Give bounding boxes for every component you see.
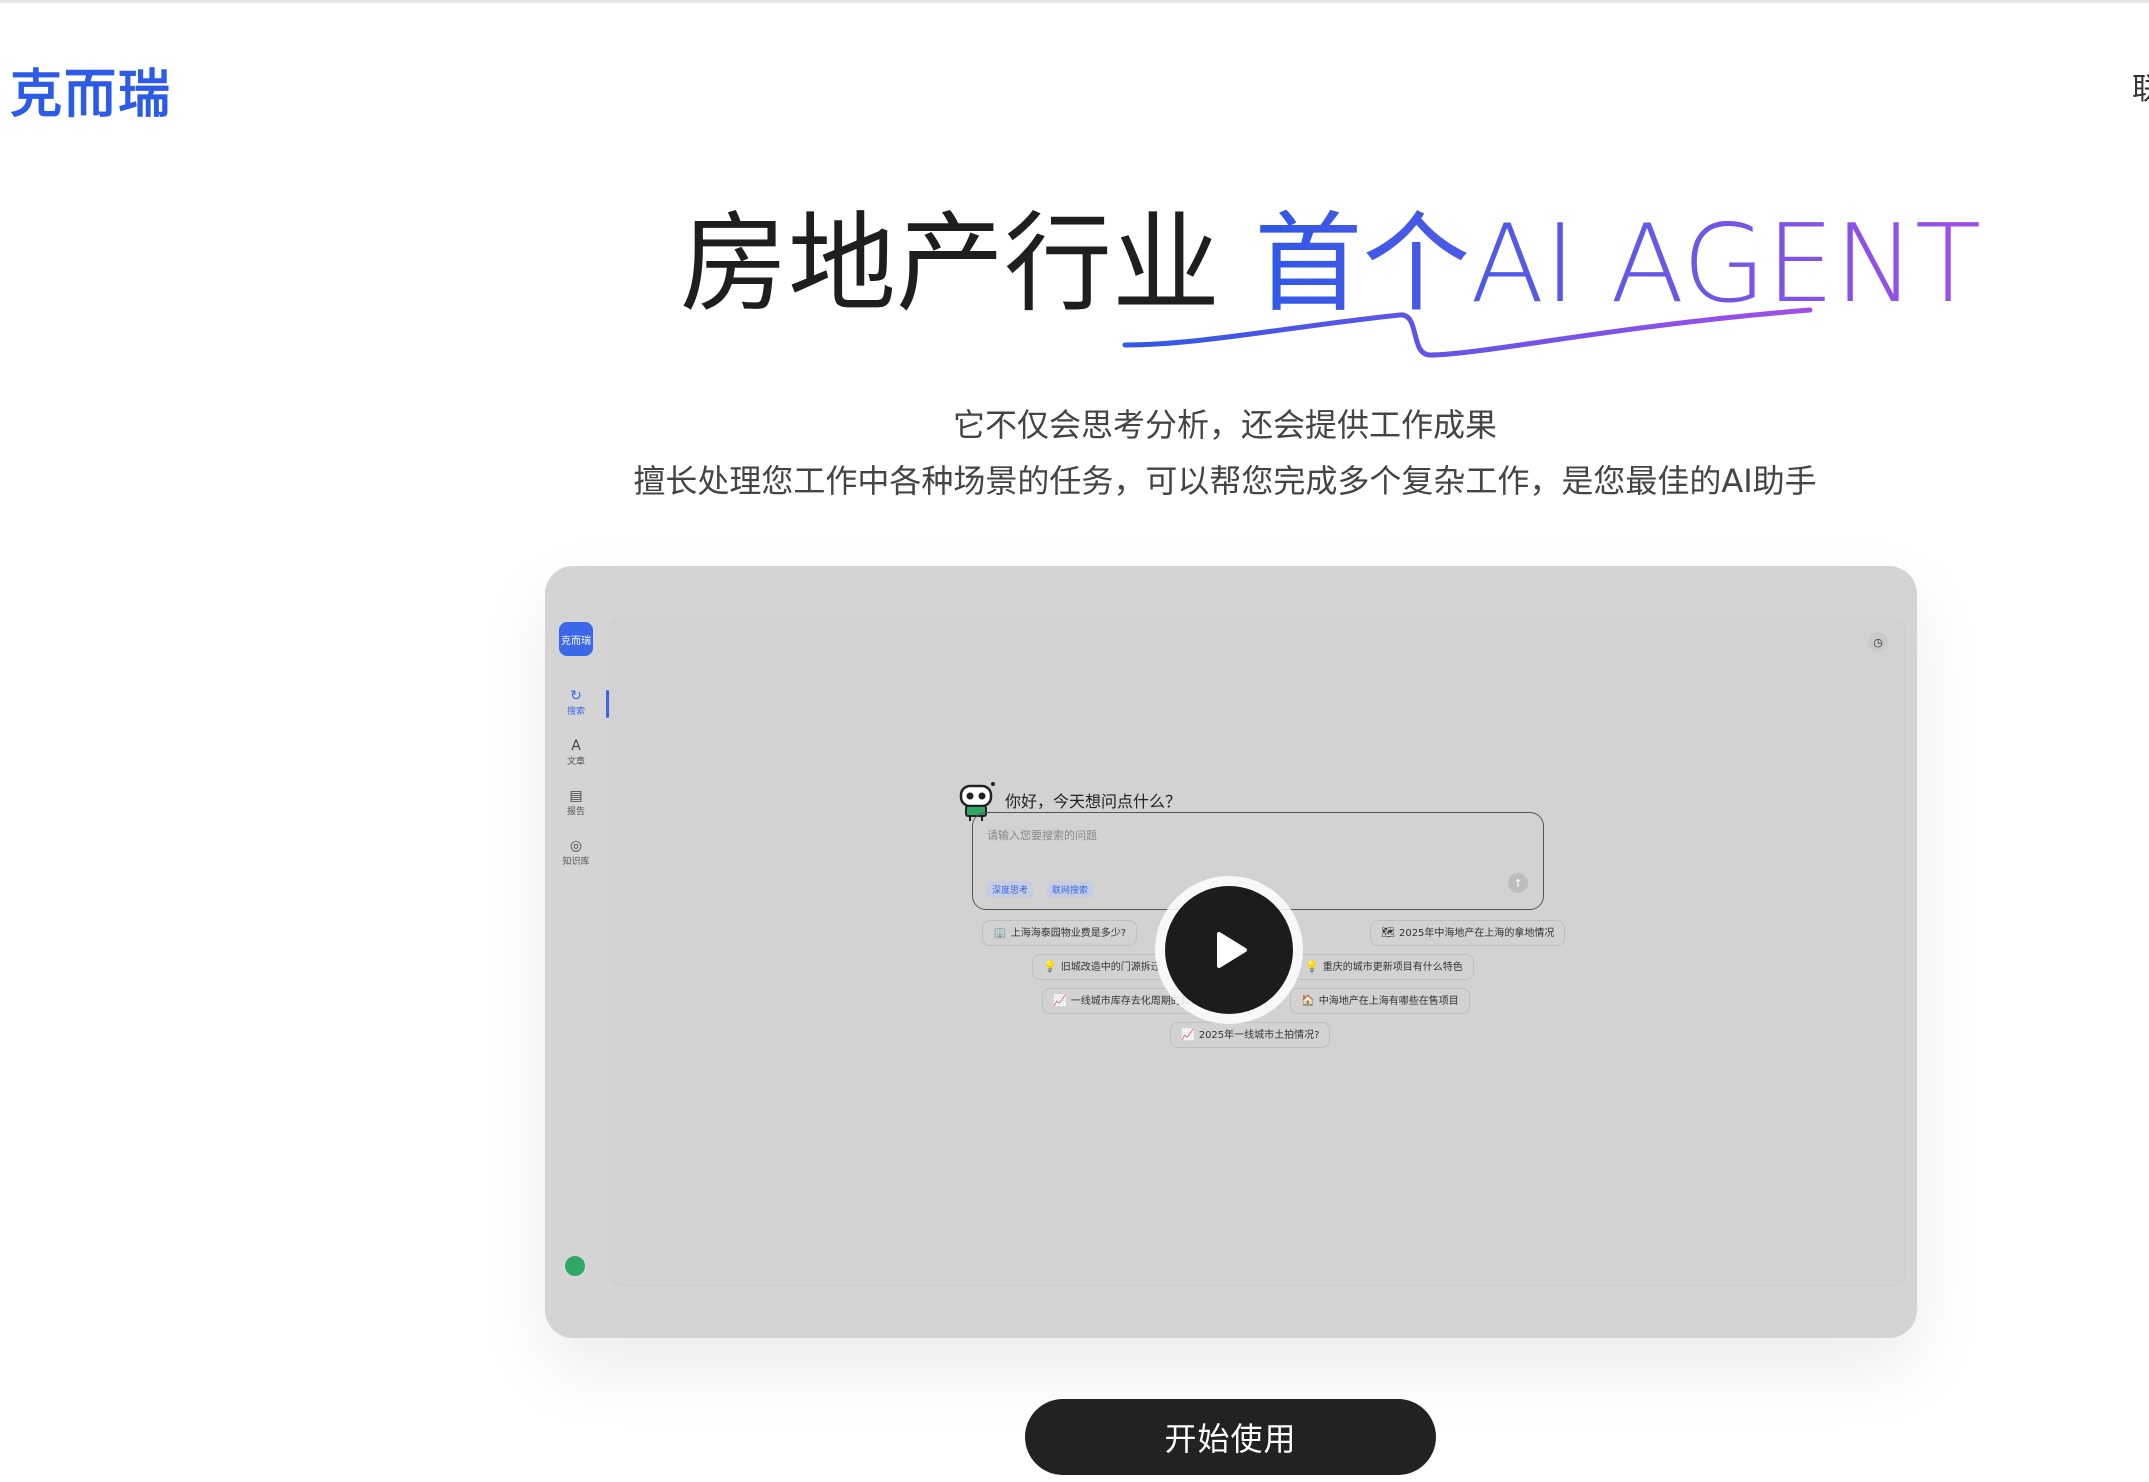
refresh-search-icon: ↻ [570, 688, 582, 704]
preview-input-placeholder: 请输入您要搜索的问题 [987, 829, 1097, 842]
preview-sidebar: 克而瑞 ↻ 搜索 A 文章 ▤ 报告 ◎ 知识库 [545, 566, 610, 1338]
preview-nav-knowledge: ◎ 知识库 [553, 838, 599, 867]
play-button-core[interactable] [1165, 886, 1293, 1014]
play-button[interactable] [1155, 876, 1303, 1024]
greeting-text: 你好，今天想问点什么？ [1005, 792, 1182, 811]
suggestion-chip: 💡 重庆的城市更新项目有什么特色 [1294, 954, 1474, 980]
preview-avatar [563, 1254, 587, 1278]
deep-think-chip: 深度思考 [987, 881, 1034, 898]
suggestion-chip: 💡 旧城改造中的门源拆迁 [1032, 954, 1172, 980]
product-video-preview[interactable]: 克而瑞 ↻ 搜索 A 文章 ▤ 报告 ◎ 知识库 ◷ 你好，今天想问点什么？ 请… [545, 566, 1917, 1338]
suggestion-chip: 🗺 2025年中海地产在上海的拿地情况 [1370, 920, 1566, 946]
preview-nav-label: 知识库 [562, 857, 590, 867]
web-search-chip: 联网搜索 [1047, 881, 1094, 898]
suggestion-chip: 🏢 上海海泰园物业费是多少? [982, 920, 1138, 946]
history-icon: ◷ [1868, 632, 1888, 652]
preview-nav-label: 文章 [566, 757, 585, 767]
report-icon: ▤ [569, 788, 583, 804]
preview-nav-article: A 文章 [553, 738, 599, 767]
suggestion-chip: 🏠 中海地产在上海有哪些在售项目 [1290, 988, 1470, 1014]
nav-contact-link[interactable]: 联 [2132, 64, 2149, 108]
preview-nav-search: ↻ 搜索 [553, 688, 599, 717]
active-indicator [606, 690, 609, 718]
preview-logo: 克而瑞 [559, 622, 593, 656]
swoosh-underline [1122, 307, 1813, 358]
suggestion-chip: 📈 2025年一线城市土拍情况? [1170, 1022, 1331, 1048]
hero-subtitle-2: 擅长处理您工作中各种场景的任务，可以帮您完成多个复杂工作，是您最佳的AI助手 [633, 462, 1817, 500]
preview-nav-label: 搜索 [566, 707, 585, 717]
preview-nav-label: 报告 [566, 807, 585, 817]
play-icon [1217, 932, 1247, 968]
brand-logo[interactable]: 克而瑞 [10, 52, 172, 127]
knowledge-icon: ◎ [569, 838, 583, 854]
preview-nav-report: ▤ 报告 [553, 788, 599, 817]
hero-subtitle-1: 它不仅会思考分析，还会提供工作成果 [952, 406, 1497, 444]
site-header: 克而瑞 联 [0, 0, 2149, 160]
article-icon: A [571, 738, 581, 754]
start-using-button[interactable]: 开始使用 [1025, 1399, 1436, 1475]
send-icon: ↑ [1508, 873, 1528, 893]
